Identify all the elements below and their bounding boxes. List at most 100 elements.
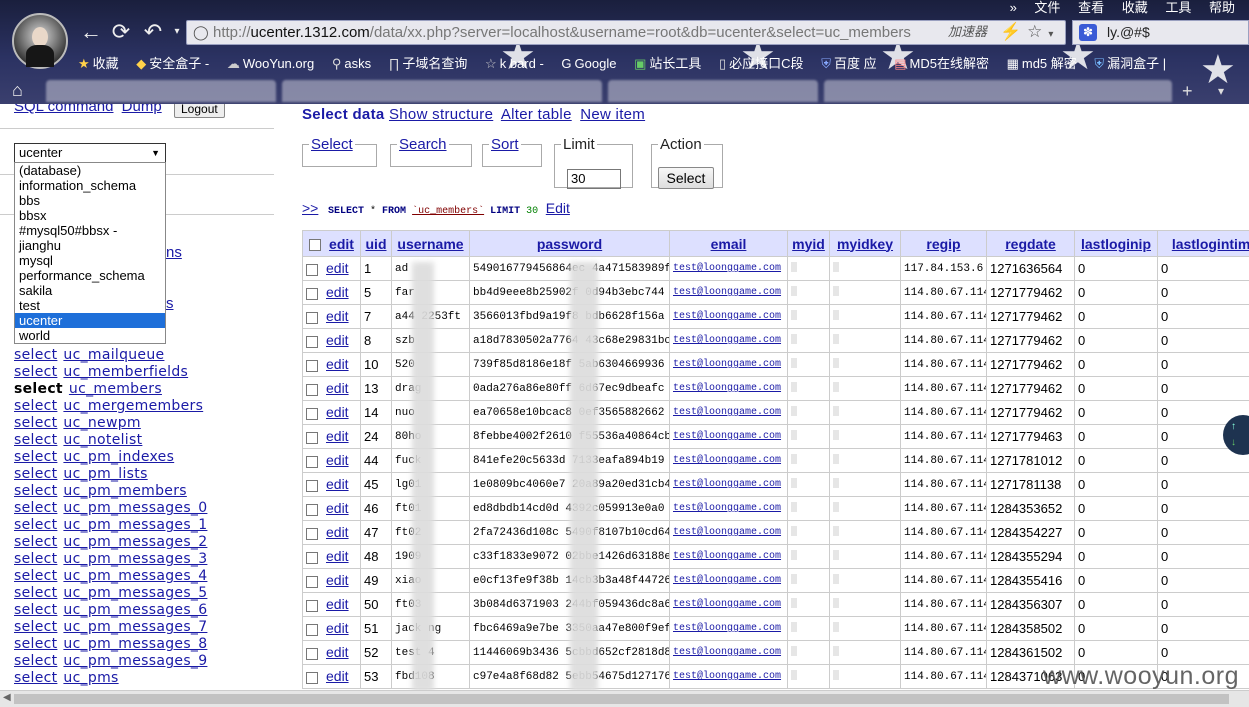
table-name-link[interactable]: uc_pm_messages_8 [63, 636, 207, 652]
chevron-down-icon[interactable]: ▾ [1048, 29, 1059, 40]
logout-button[interactable]: Logout [174, 104, 225, 118]
menu-tools[interactable]: 工具 [1165, 0, 1191, 15]
row-checkbox[interactable] [306, 312, 318, 325]
table-name-link[interactable]: uc_pm_messages_2 [63, 534, 207, 550]
column-header-regip[interactable]: regip [900, 230, 987, 257]
edit-row-link[interactable]: edit [326, 620, 349, 636]
table-name-link[interactable]: uc_pm_members [63, 483, 186, 499]
select-table-link[interactable]: select [14, 585, 57, 601]
row-checkbox[interactable] [306, 456, 318, 469]
row-checkbox[interactable] [306, 288, 318, 301]
table-name-link[interactable]: uc_memberfields [63, 364, 188, 380]
bookmark-item[interactable]: ★ 收藏 [78, 56, 119, 71]
search-toggle[interactable]: Search [397, 136, 449, 153]
row-checkbox[interactable] [306, 480, 318, 493]
chevron-down-icon[interactable]: ▾ [1218, 84, 1224, 98]
select-table-link[interactable]: select [14, 534, 57, 550]
cell-email[interactable]: test@loonggame.com [669, 616, 788, 641]
dump-link[interactable]: Dump [122, 104, 162, 115]
cell-email[interactable]: test@loonggame.com [669, 256, 788, 281]
cell-email[interactable]: test@loonggame.com [669, 400, 788, 425]
edit-row-link[interactable]: edit [326, 428, 349, 444]
alter-table-link[interactable]: Alter table [501, 106, 572, 123]
cell-email[interactable]: test@loonggame.com [669, 544, 788, 569]
table-name-link[interactable]: uc_pms [63, 670, 118, 686]
edit-row-link[interactable]: edit [326, 284, 349, 300]
bookmark-item[interactable]: ▤ MD5在线解密 [894, 56, 989, 71]
lightning-icon[interactable]: ⚡ [1000, 22, 1027, 41]
edit-row-link[interactable]: edit [326, 548, 349, 564]
cell-email[interactable]: test@loonggame.com [669, 448, 788, 473]
edit-row-link[interactable]: edit [326, 404, 349, 420]
cell-email[interactable]: test@loonggame.com [669, 376, 788, 401]
row-checkbox[interactable] [306, 528, 318, 541]
cell-email[interactable]: test@loonggame.com [669, 280, 788, 305]
table-name-link[interactable]: uc_pm_messages_1 [63, 517, 207, 533]
select-table-link[interactable]: select [14, 347, 57, 363]
database-select[interactable]: ucenter ▼ [14, 143, 166, 163]
row-checkbox[interactable] [306, 504, 318, 517]
table-name-link[interactable]: uc_pm_indexes [63, 449, 174, 465]
edit-row-link[interactable]: edit [326, 524, 349, 540]
new-item-link[interactable]: New item [580, 106, 645, 123]
table-name-link[interactable]: uc_pm_messages_7 [63, 619, 207, 635]
menu-more[interactable]: » [1010, 0, 1017, 15]
url-action-icons[interactable]: ⚡☆▾ [1000, 20, 1059, 47]
row-checkbox[interactable] [306, 600, 318, 613]
bookmark-item[interactable]: ∏ 子域名查询 [389, 56, 468, 71]
row-checkbox[interactable] [306, 432, 318, 445]
select-table-link[interactable]: select [14, 500, 57, 516]
db-option[interactable]: test [15, 298, 165, 313]
select-table-link[interactable]: select [14, 483, 57, 499]
edit-row-link[interactable]: edit [326, 596, 349, 612]
bookmark-item[interactable]: ⛨ 漏洞盒子 | [1094, 56, 1166, 71]
db-option[interactable]: world [15, 328, 165, 343]
sql-arrows-link[interactable]: >> [302, 200, 318, 216]
select-toggle[interactable]: Select [309, 136, 355, 153]
table-name-link[interactable]: uc_notelist [63, 432, 142, 448]
back-arrow-icon[interactable]: ← [78, 20, 104, 44]
browser-tab[interactable] [608, 80, 818, 102]
table-name-link[interactable]: uc_pm_lists [63, 466, 147, 482]
cell-email[interactable]: test@loonggame.com [669, 640, 788, 665]
db-option[interactable]: sakila [15, 283, 165, 298]
scrollbar-thumb[interactable] [14, 694, 1229, 704]
db-option[interactable]: bbsx [15, 208, 165, 223]
limit-input[interactable]: 30 [567, 169, 621, 189]
edit-row-link[interactable]: edit [326, 260, 349, 276]
edit-row-link[interactable]: edit [326, 572, 349, 588]
address-bar[interactable]: ◯ http://ucenter.1312.com/data/xx.php?se… [186, 20, 1066, 45]
sql-command-link[interactable]: SQL command [14, 104, 114, 115]
partial-link[interactable]: ns [166, 244, 182, 261]
show-structure-link[interactable]: Show structure [389, 106, 493, 123]
row-checkbox[interactable] [306, 336, 318, 349]
db-option[interactable]: mysql [15, 253, 165, 268]
table-name-link[interactable]: uc_pm_messages_9 [63, 653, 207, 669]
bookmark-item[interactable]: ⛨ 百度 应 [821, 56, 876, 71]
bookmark-item[interactable]: ☆ k bard - [485, 56, 544, 71]
bookmark-item[interactable]: G Google [561, 56, 616, 71]
menu-help[interactable]: 帮助 [1209, 0, 1235, 15]
cell-email[interactable]: test@loonggame.com [669, 592, 788, 617]
select-table-link[interactable]: select [14, 636, 57, 652]
table-name-link[interactable]: uc_mergemembers [63, 398, 203, 414]
cell-email[interactable]: test@loonggame.com [669, 520, 788, 545]
menu-favorites[interactable]: 收藏 [1122, 0, 1148, 15]
partial-link[interactable]: s [166, 295, 174, 312]
table-name-link[interactable]: uc_newpm [63, 415, 140, 431]
column-header-uid[interactable]: uid [360, 230, 392, 257]
table-name-link[interactable]: uc_pm_messages_6 [63, 602, 207, 618]
select-all-checkbox[interactable] [309, 238, 322, 251]
row-checkbox[interactable] [306, 264, 318, 277]
select-button[interactable]: Select [658, 167, 714, 189]
bookmark-item[interactable]: ◆ 安全盒子 - [136, 56, 209, 71]
bookmark-item[interactable]: ▯ 必应接口C段 [719, 56, 804, 71]
db-option-selected[interactable]: ucenter [15, 313, 165, 328]
search-input[interactable]: ✽ ly.@#$ [1072, 20, 1249, 45]
db-option[interactable]: information_schema [15, 178, 165, 193]
select-table-link[interactable]: select [14, 449, 57, 465]
edit-query-link[interactable]: Edit [546, 200, 570, 216]
sort-toggle[interactable]: Sort [489, 136, 521, 153]
table-name-link[interactable]: uc_pm_messages_3 [63, 551, 207, 567]
cell-email[interactable]: test@loonggame.com [669, 664, 788, 689]
